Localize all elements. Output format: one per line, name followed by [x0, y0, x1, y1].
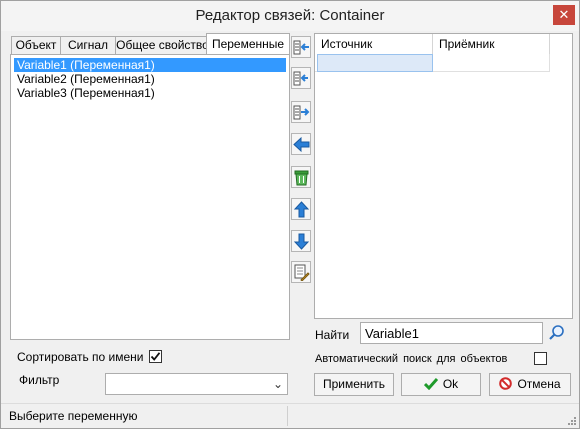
status-separator: [287, 406, 288, 426]
checkmark-icon: [150, 352, 161, 361]
filter-label: Фильтр: [19, 373, 60, 387]
variables-list[interactable]: Variable1 (Переменная1) Variable2 (Перем…: [14, 58, 286, 100]
list-item[interactable]: Variable2 (Переменная1): [14, 72, 286, 86]
apply-button[interactable]: Применить: [314, 373, 394, 396]
apply-button-label: Применить: [322, 377, 385, 391]
delete-button[interactable]: [291, 166, 311, 188]
edit-properties-button[interactable]: [291, 261, 311, 283]
status-text: Выберите переменную: [9, 409, 138, 423]
link-editor-window: Редактор связей: Container ✕ Объект Сигн…: [0, 0, 580, 429]
window-title: Редактор связей: Container: [195, 7, 385, 24]
add-target-button[interactable]: [291, 67, 311, 89]
status-bar: Выберите переменную: [1, 403, 579, 428]
arrow-down-icon: [293, 233, 310, 250]
resize-grip-icon[interactable]: [567, 416, 577, 426]
ok-button[interactable]: Ok: [401, 373, 481, 396]
trash-icon: [294, 170, 309, 186]
ok-button-label: Ok: [442, 377, 459, 391]
variables-panel: Variable1 (Переменная1) Variable2 (Перем…: [10, 54, 290, 340]
column-target[interactable]: Приёмник: [433, 34, 550, 54]
add-source-button[interactable]: [291, 36, 311, 58]
move-down-button[interactable]: [291, 230, 311, 252]
column-source[interactable]: Источник: [315, 34, 433, 54]
link-target-icon: [293, 71, 308, 86]
arrow-left-icon: [293, 136, 310, 153]
close-button[interactable]: ✕: [553, 5, 575, 25]
close-icon: ✕: [558, 7, 570, 22]
auto-search-checkbox[interactable]: [534, 352, 547, 365]
auto-search-label: Автоматический поиск для объектов: [315, 353, 508, 365]
tab-variables[interactable]: Переменные: [206, 33, 290, 55]
list-item[interactable]: Variable3 (Переменная1): [14, 86, 286, 100]
title-bar[interactable]: Редактор связей: Container ✕: [1, 1, 579, 31]
source-cell[interactable]: [317, 54, 433, 72]
link-both-icon: [293, 105, 310, 120]
sort-by-name-checkbox[interactable]: [149, 350, 162, 363]
tab-object[interactable]: Объект: [11, 36, 61, 55]
chevron-down-icon[interactable]: ⌄: [273, 377, 283, 391]
links-grid[interactable]: Источник Приёмник: [314, 33, 573, 319]
checkmark-icon: [423, 378, 438, 391]
move-left-button[interactable]: [291, 133, 311, 155]
link-source-icon: [293, 40, 309, 55]
list-item[interactable]: Variable1 (Переменная1): [14, 58, 286, 72]
target-cell[interactable]: [433, 54, 550, 72]
filter-combobox[interactable]: ⌄: [105, 373, 288, 395]
document-edit-icon: [294, 264, 310, 281]
add-both-button[interactable]: [291, 101, 311, 123]
cancel-button[interactable]: Отмена: [489, 373, 571, 396]
find-label: Найти: [315, 328, 350, 342]
table-row[interactable]: [315, 54, 550, 72]
grid-header: Источник Приёмник: [315, 34, 550, 54]
arrow-up-icon: [293, 201, 310, 218]
cancel-button-label: Отмена: [517, 377, 561, 391]
sort-by-name-label: Сортировать по имени: [17, 350, 144, 364]
tab-signal[interactable]: Сигнал: [60, 36, 116, 55]
tab-common-property[interactable]: Общее свойство: [115, 36, 210, 55]
tab-strip: Объект Сигнал Общее свойство Переменные: [10, 33, 290, 55]
search-icon[interactable]: [548, 324, 566, 342]
find-input[interactable]: [360, 322, 543, 344]
move-up-button[interactable]: [291, 198, 311, 220]
cancel-icon: [499, 377, 513, 390]
